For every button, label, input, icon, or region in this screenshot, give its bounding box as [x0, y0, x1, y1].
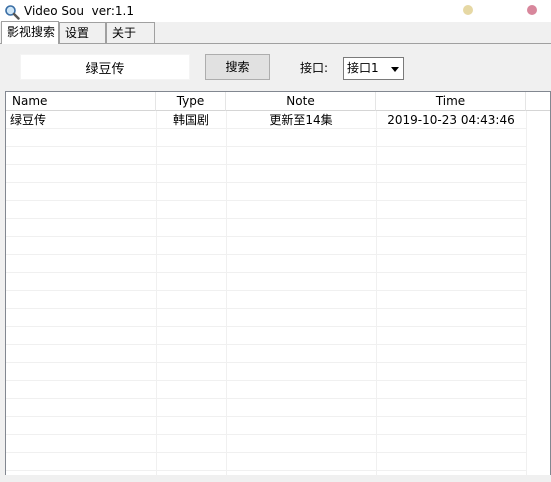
tab-settings[interactable]: 设置: [59, 22, 106, 43]
column-divider: [226, 111, 227, 475]
window-title: Video Sou ver:1.1: [24, 4, 134, 18]
search-icon: [5, 5, 20, 20]
column-divider: [526, 111, 527, 475]
tab-strip: 影视搜索 设置 关于: [0, 21, 551, 44]
chevron-down-icon[interactable]: [387, 59, 402, 78]
close-button[interactable]: [527, 5, 537, 15]
interface-select-value: 接口1: [347, 61, 379, 75]
search-button[interactable]: 搜索: [205, 54, 270, 80]
results-list[interactable]: Name Type Note Time 绿豆传 韩国剧 更新至14集 2019-…: [5, 91, 551, 476]
cell-note: 更新至14集: [269, 113, 333, 127]
interface-label: 接口:: [300, 61, 329, 75]
cell-name: 绿豆传: [10, 113, 47, 127]
column-divider: [376, 111, 377, 475]
window-bottom-edge: [0, 475, 551, 482]
cell-time: 2019-10-23 04:43:46: [387, 113, 515, 127]
interface-select[interactable]: 接口1: [343, 57, 404, 80]
search-input[interactable]: [20, 54, 190, 80]
tab-video-search[interactable]: 影视搜索: [1, 21, 59, 44]
column-divider: [156, 111, 157, 475]
row-gridlines: [6, 111, 526, 475]
tab-about[interactable]: 关于: [106, 22, 155, 43]
title-bar: Video Sou ver:1.1: [0, 0, 551, 22]
minimize-button[interactable]: [463, 5, 473, 15]
column-header-time[interactable]: Time: [376, 92, 526, 111]
column-header-name[interactable]: Name: [6, 92, 156, 111]
column-header-note[interactable]: Note: [226, 92, 376, 111]
search-panel: 搜索 接口: 接口1 Name Type Note Time 绿豆传 韩国剧 更…: [0, 44, 551, 482]
column-header-type[interactable]: Type: [156, 92, 226, 111]
header-filler: [526, 92, 550, 111]
cell-type: 韩国剧: [172, 113, 209, 127]
